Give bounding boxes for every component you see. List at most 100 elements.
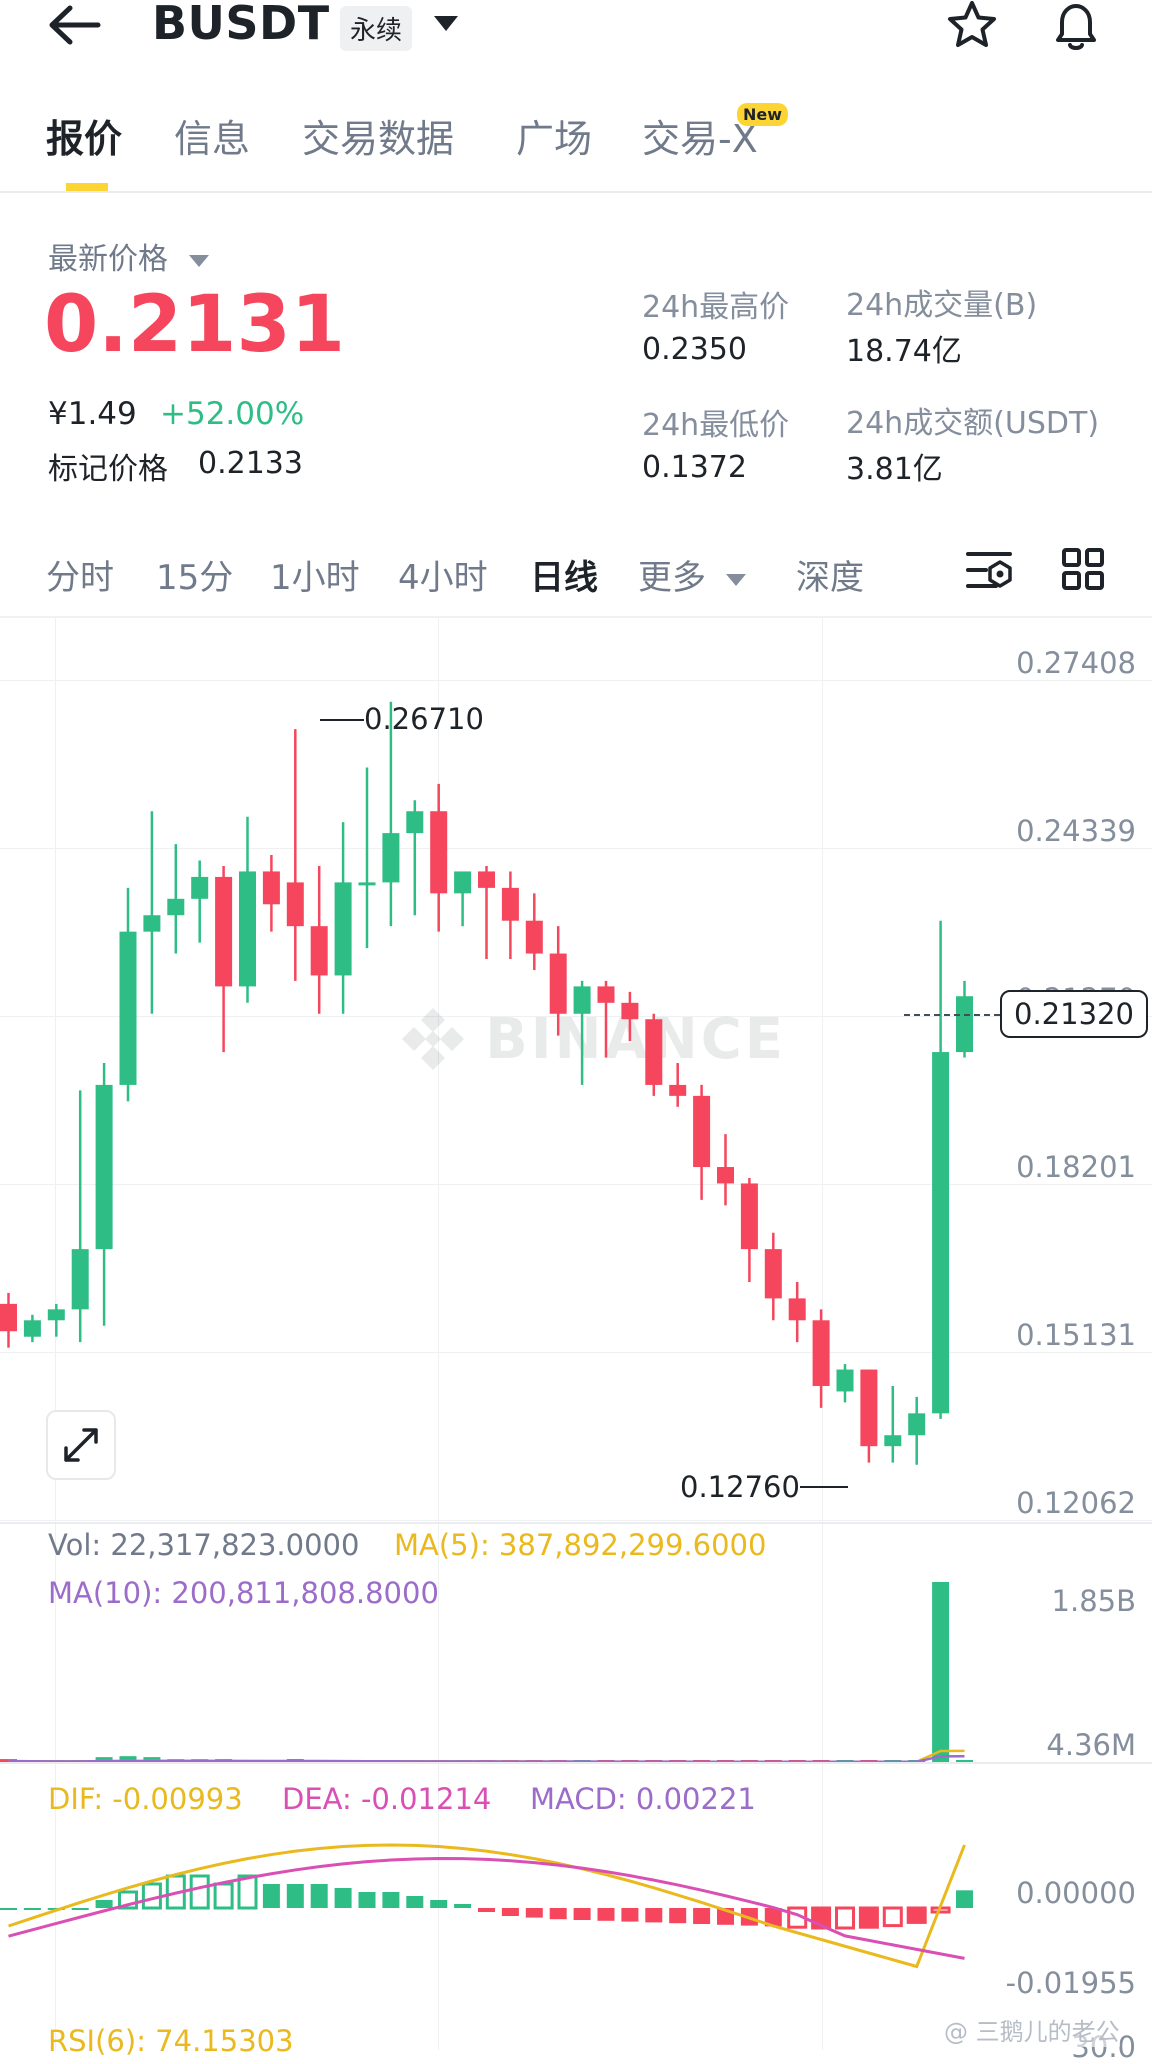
candle-body [597, 986, 615, 1003]
macd-histogram-bar [262, 1884, 280, 1908]
macd-histogram-bar [501, 1908, 519, 1916]
candle-body [286, 882, 304, 927]
macd-histogram-bar [693, 1908, 711, 1924]
macd-histogram-bar [334, 1888, 352, 1908]
candle-body [812, 1320, 830, 1386]
more-dropdown-icon [725, 573, 746, 586]
candle-body [262, 871, 280, 905]
macd-histogram-bar [310, 1884, 328, 1908]
candle-body [501, 887, 519, 921]
last-price: 0.2131 [44, 280, 345, 370]
tab-square[interactable]: 广场 [516, 108, 592, 163]
candle-body [478, 871, 495, 888]
candle-body [430, 811, 448, 894]
macd-histogram-bar [23, 1908, 41, 1910]
candle-body [167, 898, 185, 916]
macd-histogram-bar [237, 1874, 258, 1910]
macd-histogram-bar [549, 1908, 567, 1920]
macd-histogram-bar [573, 1908, 591, 1920]
volume-bar [932, 1582, 950, 1762]
chart-gridline [0, 1520, 1152, 1521]
candle-body [95, 1084, 113, 1250]
candle-body [573, 986, 591, 1014]
candle-body [0, 1303, 17, 1332]
macd-histogram-bar [478, 1908, 495, 1912]
layout-grid-icon[interactable] [1062, 548, 1104, 594]
low-24h-label: 24h最低价 [642, 408, 790, 443]
symbol-dropdown-icon[interactable] [432, 14, 460, 38]
candle-body [382, 833, 400, 883]
y-tick-label: 0.15131 [1016, 1318, 1136, 1352]
candle-body [334, 882, 352, 976]
candle-body [836, 1369, 854, 1392]
candlestick-chart[interactable] [0, 618, 1152, 1465]
max-price-label: 0.26710 [364, 702, 484, 736]
current-price-dashed-line [904, 1014, 1000, 1016]
expand-icon [64, 1428, 98, 1462]
mark-price-label: 标记价格 [48, 452, 168, 487]
interval-more-label: 更多 [638, 558, 706, 598]
volume-chart[interactable] [0, 1574, 1152, 1764]
interval-more[interactable]: 更多 [638, 550, 747, 599]
high-24h-value: 0.2350 [642, 332, 747, 367]
candle-body [932, 1052, 950, 1414]
interval-1d[interactable]: 日线 [530, 550, 598, 599]
macd-histogram-bar [956, 1890, 973, 1908]
interval-4h[interactable]: 4小时 [398, 550, 488, 599]
candle-body [693, 1095, 711, 1168]
candle-body [191, 876, 209, 899]
amount-24h-value: 3.81亿 [846, 452, 943, 487]
macd-histogram-bar [71, 1908, 89, 1910]
candle-body [621, 1002, 639, 1020]
volume-indicator-label: Vol: 22,317,823.0000 [48, 1528, 360, 1562]
candle-body [215, 876, 233, 987]
interval-time[interactable]: 分时 [46, 550, 114, 599]
candle-body [358, 882, 376, 886]
candle-body [860, 1369, 878, 1447]
macd-histogram-bar [406, 1896, 424, 1908]
notification-bell-icon[interactable] [1048, 0, 1104, 56]
chart-settings-icon[interactable] [966, 548, 1014, 598]
last-price-label[interactable]: 最新价格 [48, 234, 210, 278]
macd-histogram-bar [286, 1884, 304, 1908]
footer-watermark: @ 三鹅儿的老公 [944, 2012, 1120, 2047]
interval-1h[interactable]: 1小时 [270, 550, 360, 599]
tab-quote[interactable]: 报价 [46, 108, 122, 163]
low-24h-value: 0.1372 [642, 450, 747, 485]
candle-body [884, 1435, 902, 1447]
mark-price-value: 0.2133 [198, 446, 303, 481]
expand-chart-button[interactable] [46, 1410, 116, 1480]
dif-line [8, 1843, 966, 1969]
symbol-title[interactable]: BUSDT [152, 0, 330, 50]
macd-histogram-bar [95, 1900, 113, 1908]
macd-histogram-bar [645, 1908, 663, 1923]
max-price-leader [320, 719, 364, 721]
macd-histogram-bar [189, 1874, 210, 1910]
back-arrow-icon [49, 5, 101, 45]
favorite-star-icon[interactable] [946, 0, 998, 54]
price-type-dropdown-icon [188, 254, 209, 267]
candle-body [310, 926, 328, 976]
candle-body [717, 1167, 734, 1184]
tab-info[interactable]: 信息 [174, 108, 250, 163]
ma5-indicator-label: MA(5): 387,892,299.6000 [394, 1528, 767, 1562]
candle-body [669, 1084, 687, 1096]
candle-body [549, 953, 567, 1014]
macd-histogram-bar [669, 1908, 687, 1924]
macd-histogram-bar [454, 1904, 472, 1908]
macd-histogram-bar [525, 1908, 543, 1918]
contract-type-badge: 永续 [340, 6, 413, 51]
macd-histogram-bar [835, 1906, 855, 1930]
candle-body [143, 915, 161, 932]
candle-body [47, 1309, 65, 1321]
min-price-label: 0.12760 [680, 1470, 800, 1504]
back-button[interactable] [46, 2, 106, 52]
tab-trading-data[interactable]: 交易数据 [302, 108, 454, 163]
chart-section-divider [0, 1522, 1152, 1524]
chart-gridline [0, 1184, 1152, 1185]
volume-section-divider [0, 1762, 1152, 1764]
interval-depth[interactable]: 深度 [796, 550, 864, 599]
candle-body [764, 1249, 782, 1299]
candle-body [454, 871, 472, 894]
interval-15m[interactable]: 15分 [156, 550, 233, 599]
